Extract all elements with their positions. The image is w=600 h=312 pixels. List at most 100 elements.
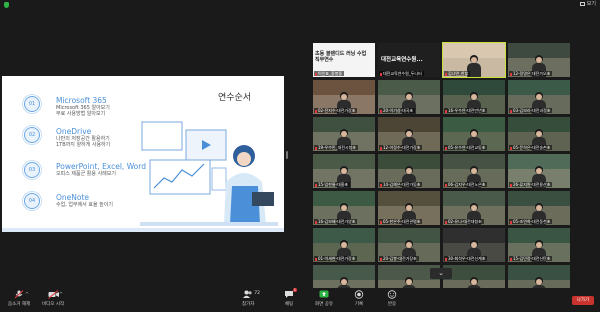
participant-name-text: 14-김예은-대전가동초: [383, 182, 421, 187]
muted-mic-icon: [510, 146, 512, 150]
muted-mic-icon: [510, 183, 512, 187]
muted-mic-icon: [380, 72, 382, 76]
microphone-muted-icon: ^: [14, 290, 29, 299]
participant-name-text: 16-우수연-대전만년초: [448, 108, 486, 113]
view-label: 보기: [586, 1, 596, 7]
participant-tile[interactable]: 20-김봉-대전가장초: [378, 228, 440, 262]
muted-mic-icon: [445, 146, 447, 150]
participant-name: 06-김지우-대전노은초: [444, 182, 488, 187]
caret-up-icon[interactable]: ^: [59, 292, 63, 298]
step-number: 04: [22, 191, 42, 211]
muted-mic-icon: [315, 146, 317, 150]
participant-name-text: 02-전지수-대전가장초: [318, 108, 356, 113]
muted-mic-icon: [315, 109, 317, 113]
participant-name: 12-정명은 대전가오초: [509, 71, 553, 76]
muted-mic-icon: [445, 220, 447, 224]
unmute-button[interactable]: ^ 음소거 해제: [8, 290, 30, 307]
participant-name: 19-우수민_대전시청초: [314, 145, 358, 150]
muted-mic-icon: [380, 220, 382, 224]
participant-tile[interactable]: 20-이기성-대곡초: [378, 80, 440, 114]
participant-name-text: 김나연_한밭: [448, 71, 469, 76]
agenda-subtext: Microsoft 365 알아보기 무료 사용방법 알아보기: [56, 105, 110, 117]
chevron-down-icon: ⌄: [438, 269, 444, 277]
participant-tile[interactable]: 16-김보배-대전가양초: [313, 191, 375, 225]
participant-name: 02-전지수-대전가장초: [314, 108, 358, 113]
participant-name-text: 16-김보배-대전가양초: [318, 219, 356, 224]
participant-tile[interactable]: 01-이세현-대전가장초: [313, 228, 375, 262]
record-button[interactable]: 기록: [354, 290, 364, 307]
start-video-button[interactable]: ^ 비디오 시작: [42, 290, 64, 307]
participant-name: 05-문하은-대전송촌초: [509, 145, 553, 150]
muted-mic-icon: [445, 72, 447, 76]
chat-button[interactable]: 1 채팅: [284, 288, 297, 307]
smiley-icon: [387, 290, 397, 299]
participant-name-text: 12-이정수-대전가장초: [383, 145, 421, 150]
participant-tile[interactable]: 03-김보라-대전괴정초: [508, 80, 570, 114]
reactions-button[interactable]: 반응: [387, 290, 397, 307]
muted-mic-icon: [315, 72, 317, 76]
participant-name-text: 26-류지원-대전용산초: [513, 182, 551, 187]
participant-name-text: 19-우수민_대전시청초: [318, 145, 356, 150]
muted-mic-icon: [510, 257, 512, 261]
participant-name-text: 15-임한울-대흥초: [318, 182, 349, 187]
participant-tile[interactable]: 초등 블렌디드 러닝 수업 직무연수 이인표_중봉중: [313, 43, 375, 77]
participants-button[interactable]: 72 참가자: [242, 290, 260, 307]
participant-name: 05-조연희-대전동천초: [509, 219, 553, 224]
participant-tile[interactable]: 02-전지수-대전가장초: [313, 80, 375, 114]
slide-footer: [2, 228, 284, 232]
participant-name-text: 05-조연희-대전동천초: [513, 219, 551, 224]
participant-tile[interactable]: 05-조연희-대전동천초: [508, 191, 570, 225]
participant-tile[interactable]: 02-유나-대전대청초: [443, 191, 505, 225]
participant-name-text: 02-유나-대전대청초: [448, 219, 482, 224]
muted-mic-icon: [315, 257, 317, 261]
participant-tile[interactable]: 15-임한울-대흥초: [313, 154, 375, 188]
agenda-subtext: 수업, 업무에서 효율 높이기: [56, 202, 113, 208]
more-participants-button[interactable]: ⌄: [430, 268, 452, 279]
view-button[interactable]: 보기: [579, 0, 596, 7]
muted-mic-icon: [510, 72, 512, 76]
participant-name-text: 05-유수연-대전교동초: [448, 145, 486, 150]
muted-mic-icon: [380, 109, 382, 113]
agenda-line: 무료 사용방법 알아보기: [56, 111, 106, 117]
participant-tile[interactable]: 30-최석우-대전신계초: [443, 228, 505, 262]
muted-mic-icon: [315, 183, 317, 187]
participant-name-text: 05-문하은-대전송촌초: [513, 145, 551, 150]
shield-icon[interactable]: [4, 2, 9, 8]
participant-tile[interactable]: 대전교육연수원... 대전교육연수원_두나터: [378, 43, 440, 77]
split-view-divider[interactable]: [286, 151, 288, 159]
share-screen-icon: [319, 290, 329, 299]
participant-tile[interactable]: 15-김민정-대전신탄초: [508, 228, 570, 262]
participant-tile[interactable]: 김나연_한밭: [442, 42, 506, 78]
participant-name-text: 03-김보라-대전괴정초: [513, 108, 551, 113]
participant-tile[interactable]: 06-김지우-대전노은초: [443, 154, 505, 188]
participant-name: 01-이세현-대전가장초: [314, 256, 358, 261]
agenda-heading: OneNote: [56, 193, 90, 202]
participant-tile[interactable]: 19-우수민_대전시청초: [313, 117, 375, 151]
leave-button[interactable]: 나가기: [572, 296, 594, 305]
muted-mic-icon: [510, 220, 512, 224]
share-screen-button[interactable]: 화면 공유: [315, 290, 333, 307]
tile-display-text: 대전교육연수원...: [381, 57, 423, 63]
muted-mic-icon: [315, 220, 317, 224]
participant-tile[interactable]: 05-문하은-대전송촌초: [508, 117, 570, 151]
chat-badge: 1: [292, 288, 297, 292]
participant-name: 26-류지원-대전용산초: [509, 182, 553, 187]
participant-name: 16-김보배-대전가양초: [314, 219, 358, 224]
muted-mic-icon: [380, 183, 382, 187]
unmute-label: 음소거 해제: [8, 302, 31, 307]
participant-tile[interactable]: 05-유수연-대전교동초: [443, 117, 505, 151]
participant-tile[interactable]: 12-이정수-대전가장초: [378, 117, 440, 151]
participant-tile[interactable]: 26-류지원-대전용산초: [508, 154, 570, 188]
participant-tile[interactable]: 12-정명은 대전가오초: [508, 43, 570, 77]
muted-mic-icon: [445, 257, 447, 261]
participant-tile[interactable]: 14-김예은-대전가동초: [378, 154, 440, 188]
participant-name-text: 30-최석우-대전신계초: [448, 256, 486, 261]
camera-off-icon: ^: [48, 290, 63, 299]
participants-count: 72: [254, 291, 260, 296]
record-label: 기록: [354, 302, 364, 307]
caret-up-icon[interactable]: ^: [25, 292, 29, 298]
agenda-heading: Microsoft 365: [56, 96, 107, 105]
participant-name: 03-김보라-대전괴정초: [509, 108, 553, 113]
participant-tile[interactable]: 16-우수연-대전만년초: [443, 80, 505, 114]
participant-tile[interactable]: 05-한은주-대전관평초: [378, 191, 440, 225]
